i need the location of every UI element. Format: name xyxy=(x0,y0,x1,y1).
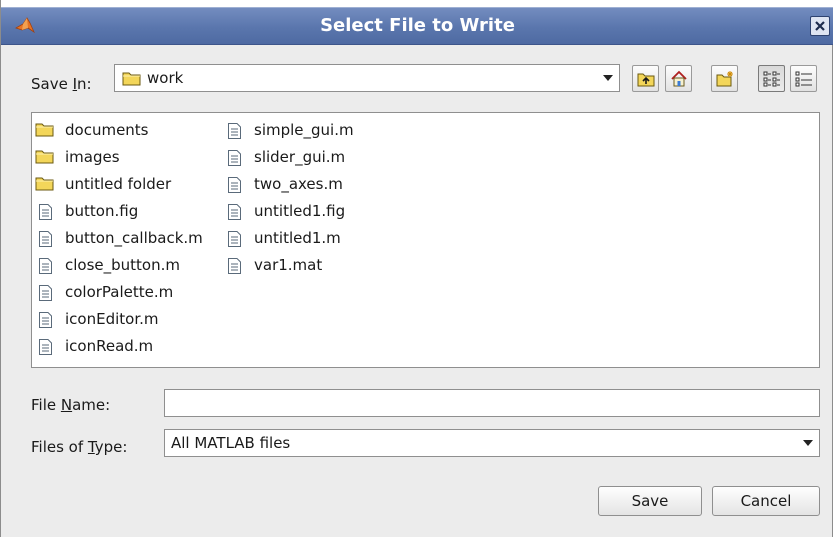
file-icon xyxy=(38,257,53,279)
folder-up-icon xyxy=(637,73,655,87)
item-label: documents xyxy=(65,121,149,139)
chevron-down-icon xyxy=(603,75,613,81)
chevron-down-icon xyxy=(803,440,813,446)
save-button[interactable]: Save xyxy=(598,486,702,516)
new-folder-icon xyxy=(716,71,733,87)
file-icon xyxy=(38,284,53,306)
file-icon xyxy=(227,257,242,279)
close-icon xyxy=(815,21,825,31)
file-icon xyxy=(38,311,53,333)
folder-icon xyxy=(35,122,55,141)
new-folder-button[interactable] xyxy=(711,65,738,92)
save-in-value: work xyxy=(147,69,184,87)
file-icon xyxy=(38,203,53,225)
item-label: iconEditor.m xyxy=(65,310,159,328)
folder-icon xyxy=(35,176,55,195)
title-bar[interactable]: Select File to Write xyxy=(1,7,833,45)
home-button[interactable] xyxy=(665,65,692,92)
file-type-value: All MATLAB files xyxy=(171,434,291,452)
list-view-icon xyxy=(763,71,780,87)
up-one-level-button[interactable] xyxy=(632,65,659,92)
item-label: simple_gui.m xyxy=(254,121,354,139)
file-name-label: File Name: xyxy=(31,396,111,414)
item-label: colorPalette.m xyxy=(65,283,174,301)
item-label: two_axes.m xyxy=(254,175,343,193)
item-label: iconRead.m xyxy=(65,337,154,355)
file-type-label: Files of Type: xyxy=(31,438,128,456)
folder-icon xyxy=(122,71,142,90)
file-icon xyxy=(227,149,242,171)
top-strip xyxy=(1,0,833,7)
file-icon xyxy=(227,122,242,144)
save-in-dropdown[interactable]: work xyxy=(114,64,620,92)
home-icon xyxy=(671,70,687,87)
select-file-dialog: Select File to Write Save In: work docum… xyxy=(0,0,833,537)
cancel-button[interactable]: Cancel xyxy=(712,486,820,516)
item-label: slider_gui.m xyxy=(254,148,346,166)
file-type-dropdown[interactable]: All MATLAB files xyxy=(164,429,820,457)
item-label: close_button.m xyxy=(65,256,180,274)
item-label: button.fig xyxy=(65,202,139,220)
file-icon xyxy=(38,338,53,360)
item-label: var1.mat xyxy=(254,256,323,274)
dialog-title: Select File to Write xyxy=(320,15,515,36)
save-in-label: Save In: xyxy=(31,75,92,93)
item-label: button_callback.m xyxy=(65,229,203,247)
file-icon xyxy=(227,230,242,252)
details-view-icon xyxy=(795,71,812,87)
item-label: untitled folder xyxy=(65,175,172,193)
file-icon xyxy=(38,230,53,252)
file-icon xyxy=(227,176,242,198)
file-name-input[interactable] xyxy=(164,389,820,417)
item-label: images xyxy=(65,148,120,166)
details-view-button[interactable] xyxy=(790,65,817,92)
file-icon xyxy=(227,203,242,225)
folder-icon xyxy=(35,149,55,168)
list-view-button[interactable] xyxy=(758,65,785,92)
item-label: untitled1.m xyxy=(254,229,341,247)
item-label: untitled1.fig xyxy=(254,202,346,220)
close-button[interactable] xyxy=(810,16,830,36)
file-list[interactable]: documents images untitled folder button.fig… xyxy=(31,112,820,368)
